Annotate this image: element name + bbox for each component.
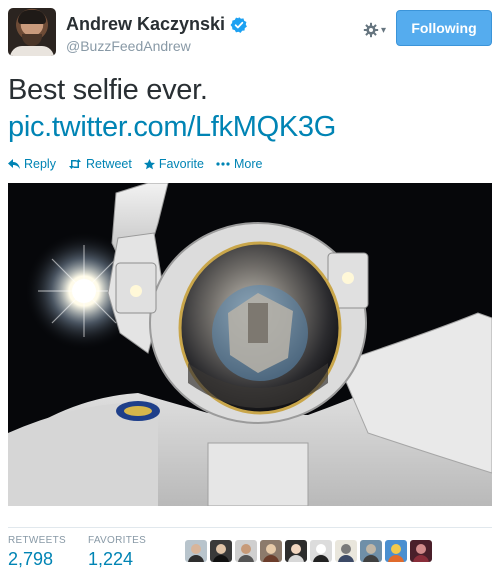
favoriter-avatar-head: [266, 544, 276, 554]
favoriter-avatar-body: [413, 555, 429, 562]
avatar-hair: [18, 10, 46, 24]
more-label: More: [233, 157, 263, 171]
display-name[interactable]: Andrew Kaczynski: [66, 14, 225, 35]
star-icon: [143, 158, 155, 169]
tweet-actions: Reply Retweet Favorite More: [8, 157, 274, 171]
reply-icon: [8, 159, 20, 169]
retweets-label: RETWEETS: [8, 535, 66, 546]
reply-button[interactable]: Reply: [8, 157, 56, 171]
reply-label: Reply: [24, 157, 56, 171]
favoriter-avatar[interactable]: [210, 540, 232, 562]
avatar-beard: [22, 34, 42, 46]
favoriter-avatar[interactable]: [235, 540, 257, 562]
favoriter-avatar[interactable]: [385, 540, 407, 562]
favoriter-avatar-head: [316, 544, 326, 554]
retweets-stat[interactable]: RETWEETS 2,798: [8, 535, 66, 570]
user-actions-dropdown[interactable]: ▾: [363, 22, 386, 38]
favoriter-avatar-head: [341, 544, 351, 554]
favorites-label: FAVORITES: [87, 535, 147, 546]
favoriter-avatar[interactable]: [410, 540, 432, 562]
favoriter-avatar-body: [188, 555, 204, 562]
retweet-label: Retweet: [85, 157, 132, 171]
favorites-count: 1,224: [87, 549, 134, 569]
retweet-icon: [68, 159, 81, 169]
favoriter-avatar-head: [291, 544, 301, 554]
favoriter-avatar-head: [241, 544, 251, 554]
favoriter-avatar[interactable]: [335, 540, 357, 562]
retweets-count: 2,798: [8, 549, 54, 569]
gear-icon: [363, 22, 379, 38]
favoriter-avatar-body: [338, 555, 354, 562]
favorites-stat[interactable]: FAVORITES 1,224: [88, 535, 146, 570]
favoriter-avatar[interactable]: [360, 540, 382, 562]
favoriter-avatar[interactable]: [285, 540, 307, 562]
avatar-shirt: [10, 46, 54, 56]
favoriter-avatar-body: [313, 555, 329, 562]
tweet-header: Andrew Kaczynski @BuzzFeedAndrew ▾ Follo…: [8, 8, 492, 60]
favoriter-avatar-body: [263, 555, 279, 562]
favoriter-avatars: [185, 540, 435, 562]
astronaut-selfie-image: [8, 183, 492, 506]
more-button[interactable]: More: [216, 157, 262, 171]
retweet-button[interactable]: Retweet: [68, 157, 132, 171]
favoriter-avatar-body: [213, 555, 229, 562]
avatar[interactable]: [8, 8, 56, 56]
favoriter-avatar[interactable]: [185, 540, 207, 562]
favorite-label: Favorite: [158, 157, 204, 171]
favorite-button[interactable]: Favorite: [143, 157, 204, 171]
favoriter-avatar-head: [216, 544, 226, 554]
favoriter-avatar-head: [391, 544, 401, 554]
name-row: Andrew Kaczynski: [66, 14, 248, 35]
following-button[interactable]: Following: [396, 10, 492, 46]
tweet-media-link[interactable]: pic.twitter.com/LfkMQK3G: [8, 109, 336, 145]
favoriter-avatar-body: [388, 555, 404, 562]
chevron-down-icon: ▾: [381, 24, 387, 36]
verified-badge-icon: [230, 16, 247, 33]
favoriter-avatar-body: [363, 555, 379, 562]
more-icon: [216, 162, 230, 166]
favoriter-avatar-body: [238, 555, 254, 562]
tweet-photo[interactable]: [8, 183, 492, 506]
favoriter-avatar-head: [191, 544, 201, 554]
favoriter-avatar-body: [288, 555, 304, 562]
favoriter-avatar-head: [416, 544, 426, 554]
favoriter-avatar-head: [366, 544, 376, 554]
stats-divider: [8, 527, 492, 528]
favoriter-avatar[interactable]: [310, 540, 332, 562]
screen-name[interactable]: @BuzzFeedAndrew: [66, 38, 191, 54]
tweet-stats: RETWEETS 2,798 FAVORITES 1,224: [8, 535, 168, 570]
favoriter-avatar[interactable]: [260, 540, 282, 562]
tweet-text: Best selfie ever.: [8, 74, 208, 106]
